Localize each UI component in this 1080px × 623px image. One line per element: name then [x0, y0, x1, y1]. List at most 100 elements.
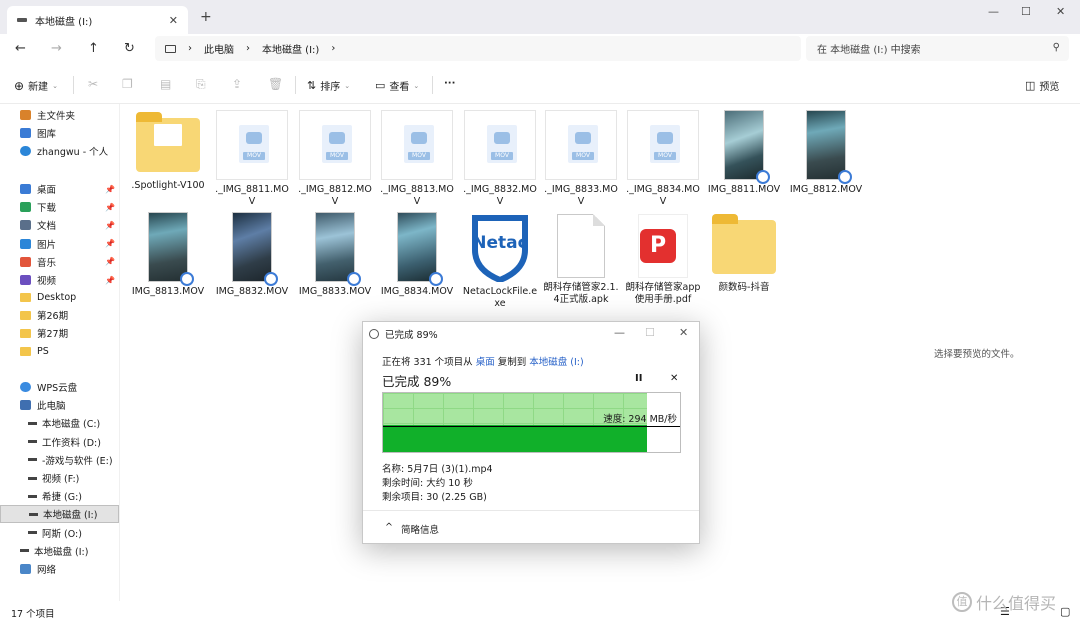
copy-progress-dialog: 已完成 89% — ☐ ✕ 正在将 331 个项目从 桌面 复制到 本地磁盘 (… — [362, 321, 700, 544]
file-item[interactable]: MOV ._IMG_8832.MOV — [462, 110, 538, 208]
sidebar-item-pinned[interactable]: 文档 📌 — [0, 216, 119, 234]
sidebar-item-folder[interactable]: 第27期 — [0, 324, 119, 342]
source-link[interactable]: 桌面 — [476, 357, 495, 368]
sidebar-item-pinned[interactable]: 音乐 📌 — [0, 253, 119, 271]
sidebar-item-pinned[interactable]: 下载 📌 — [0, 198, 119, 216]
sidebar-item-label: -游戏与软件 (E:) — [42, 455, 113, 467]
sidebar-item-drive[interactable]: 视频 (F:) — [0, 469, 119, 487]
fewer-details-toggle[interactable]: ^ 简略信息 — [385, 522, 439, 536]
delete-icon[interactable]: 🗑 — [268, 77, 283, 91]
sidebar-item-label: 本地磁盘 (I:) — [43, 510, 98, 522]
sidebar-item-pinned[interactable]: 视频 📌 — [0, 271, 119, 289]
chevron-up-icon: ^ — [385, 522, 393, 533]
breadcrumb-this-pc[interactable]: 此电脑 — [204, 41, 234, 56]
breadcrumb-separator-icon: › — [246, 43, 250, 54]
breadcrumb-local-disk[interactable]: 本地磁盘 (I:) — [262, 41, 319, 56]
tab-close-button[interactable]: ✕ — [169, 14, 178, 27]
file-item[interactable]: 朗科存储管家2.1.4正式版.apk — [543, 212, 619, 306]
sidebar-item-pc[interactable]: 此电脑 — [0, 396, 119, 414]
time-remaining: 剩余时间: 大约 10 秒 — [382, 478, 473, 489]
search-box[interactable]: 在 本地磁盘 (I:) 中搜索 ⚲ — [806, 36, 1069, 61]
file-item[interactable]: MOV ._IMG_8812.MOV — [297, 110, 373, 208]
sidebar-item-label: zhangwu - 个人 — [37, 147, 109, 158]
file-item[interactable]: IMG_8813.MOV — [130, 212, 206, 298]
file-item[interactable]: MOV ._IMG_8834.MOV — [625, 110, 701, 208]
rename-icon[interactable]: ⎘ — [196, 77, 206, 92]
file-item[interactable]: P 朗科存储管家app使用手册.pdf — [625, 212, 701, 306]
preview-button[interactable]: ◫ 预览 — [1025, 78, 1059, 93]
sidebar-item-drive[interactable]: 希捷 (G:) — [0, 487, 119, 505]
file-item[interactable]: IMG_8811.MOV — [706, 110, 782, 196]
sidebar-item-folder[interactable]: 第26期 — [0, 306, 119, 324]
pause-button[interactable]: II — [635, 373, 642, 384]
refresh-button[interactable]: ↻ — [124, 41, 135, 56]
cut-icon[interactable]: ✂ — [88, 77, 98, 91]
more-options-button[interactable]: ··· — [444, 78, 455, 89]
forward-button[interactable]: → — [51, 41, 62, 56]
sidebar-item-network[interactable]: 网络 — [0, 560, 119, 578]
sidebar-item-drive[interactable]: -游戏与软件 (E:) — [0, 451, 119, 469]
folder-icon — [20, 275, 31, 285]
file-item[interactable]: Netac NetacLockFile.exe — [462, 212, 538, 310]
cloud-icon — [20, 146, 31, 156]
file-item[interactable]: MOV ._IMG_8813.MOV — [379, 110, 455, 208]
file-item[interactable]: MOV ._IMG_8811.MOV — [214, 110, 290, 208]
thumbnail-view-icon[interactable]: ▢ — [1060, 605, 1070, 618]
file-item[interactable]: MOV ._IMG_8833.MOV — [543, 110, 619, 208]
view-button[interactable]: ▭ 查看 ⌄ — [375, 78, 419, 93]
file-item[interactable]: IMG_8812.MOV — [788, 110, 864, 196]
tab-local-disk-i[interactable]: 本地磁盘 (I:) ✕ — [7, 6, 188, 34]
folder-icon — [20, 347, 31, 357]
sidebar-item-folder[interactable]: Desktop — [0, 288, 119, 306]
file-name: ._IMG_8811.MOV — [215, 184, 289, 207]
file-item[interactable]: IMG_8834.MOV — [379, 212, 455, 298]
back-button[interactable]: ← — [15, 41, 26, 56]
view-label: 查看 — [389, 82, 410, 93]
dialog-maximize-button[interactable]: ☐ — [645, 326, 655, 339]
sidebar-item-drive[interactable]: 本地磁盘 (I:) — [0, 505, 119, 524]
sidebar-item-label: 视频 — [37, 276, 57, 287]
sidebar-item-pinned[interactable]: 桌面 📌 — [0, 180, 119, 198]
copy-description-text: 正在将 331 个项目从 — [382, 357, 476, 368]
file-item[interactable]: 颜数码-抖音 — [706, 212, 782, 294]
sidebar-item-drive[interactable]: 工作资料 (D:) — [0, 433, 119, 451]
file-item[interactable]: IMG_8833.MOV — [297, 212, 373, 298]
dialog-minimize-button[interactable]: — — [614, 326, 625, 339]
sidebar-item-cloud[interactable]: WPS云盘 — [0, 378, 119, 396]
file-name: 朗科存储管家app使用手册.pdf — [625, 282, 701, 305]
dialog-close-button[interactable]: ✕ — [679, 326, 688, 339]
sidebar-item-drive[interactable]: 本地磁盘 (I:) — [0, 542, 119, 560]
address-bar[interactable]: › 此电脑 › 本地磁盘 (I:) › — [155, 36, 801, 61]
close-window-button[interactable]: ✕ — [1056, 5, 1065, 18]
new-tab-button[interactable]: + — [200, 9, 212, 25]
sidebar-item-gallery[interactable]: 图库 — [0, 124, 119, 142]
share-icon[interactable]: ⇪ — [232, 77, 242, 91]
sidebar-item-pinned[interactable]: 图片 📌 — [0, 235, 119, 253]
file-item[interactable]: .Spotlight-V100 — [130, 110, 206, 192]
video-thumbnail — [806, 110, 852, 184]
cancel-button[interactable]: ✕ — [670, 373, 678, 384]
minimize-button[interactable]: — — [988, 5, 999, 18]
folder-icon — [20, 202, 31, 213]
sort-button[interactable]: ⇅ 排序 ⌄ — [307, 78, 350, 93]
sidebar-item-folder[interactable]: PS — [0, 343, 119, 361]
folder-paper — [154, 124, 182, 146]
sidebar-item-home[interactable]: 主文件夹 — [0, 106, 119, 124]
paste-icon[interactable]: ▤ — [160, 77, 171, 91]
up-button[interactable]: ↑ — [88, 41, 99, 56]
sidebar-item-onedrive[interactable]: zhangwu - 个人 — [0, 142, 119, 160]
destination-link[interactable]: 本地磁盘 (I:) — [529, 357, 583, 368]
file-item[interactable]: IMG_8832.MOV — [214, 212, 290, 298]
sidebar-item-label: WPS云盘 — [37, 383, 78, 394]
monitor-icon — [165, 44, 176, 53]
new-button[interactable]: ⊕ 新建 ⌄ — [14, 78, 58, 94]
mov-badge: MOV — [572, 152, 594, 160]
sidebar-item-drive[interactable]: 本地磁盘 (C:) — [0, 414, 119, 432]
copy-icon[interactable]: ❐ — [122, 77, 133, 91]
sidebar-item-label: 希捷 (G:) — [42, 492, 82, 504]
search-icon: ⚲ — [1052, 42, 1060, 53]
search-input[interactable]: 在 本地磁盘 (I:) 中搜索 — [817, 41, 921, 56]
sidebar-item-drive[interactable]: 阿斯 (O:) — [0, 524, 119, 542]
maximize-button[interactable]: ☐ — [1021, 5, 1031, 18]
gallery-icon — [20, 128, 31, 138]
